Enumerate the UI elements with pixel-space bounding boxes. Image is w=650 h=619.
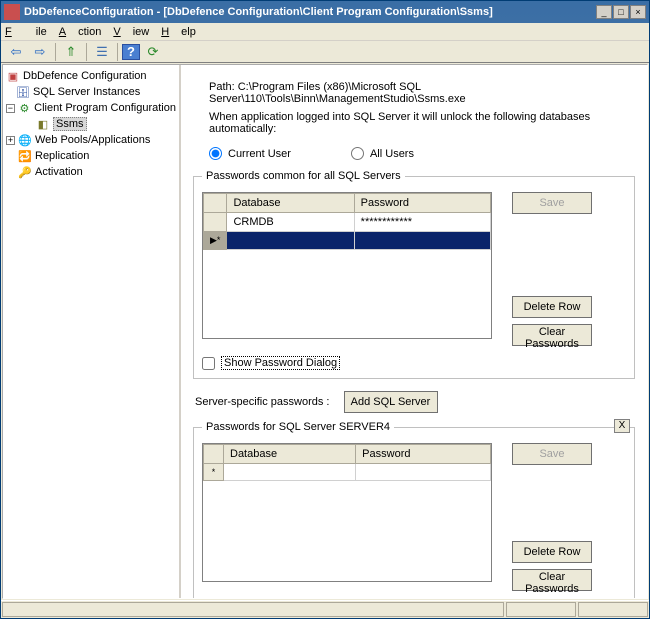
cell-database[interactable]: CRMDB xyxy=(227,213,354,232)
row-header[interactable] xyxy=(204,213,227,232)
fieldset-server-legend: Passwords for SQL Server SERVER4 xyxy=(202,421,394,433)
globe-icon: 🌐 xyxy=(18,133,32,147)
minimize-button[interactable]: _ xyxy=(596,5,612,19)
grid1-buttons: Save Delete Row Clear Passwords xyxy=(512,192,592,346)
delete-row-button[interactable]: Delete Row xyxy=(512,296,592,318)
toolbar: ⇦ ⇨ ⇑ ☰ ? ⟳ xyxy=(1,41,649,63)
server-specific-label: Server-specific passwords : xyxy=(195,396,330,408)
app-icon xyxy=(4,4,20,20)
gear-icon: ⚙ xyxy=(18,101,31,115)
radio-current-user-input[interactable] xyxy=(209,147,222,160)
unlock-description: When application logged into SQL Server … xyxy=(209,111,635,135)
menu-view[interactable]: View xyxy=(113,26,149,38)
shield-icon: ▣ xyxy=(6,69,20,83)
status-cell-3 xyxy=(578,602,648,617)
menu-file[interactable]: File xyxy=(5,26,47,38)
show-password-label[interactable]: Show Password Dialog xyxy=(221,356,340,370)
tree-sql-instances[interactable]: 🗄 SQL Server Instances xyxy=(6,84,176,100)
save-button-2[interactable]: Save xyxy=(512,443,592,465)
database-icon: 🗄 xyxy=(16,85,30,99)
app-window: DbDefenceConfiguration - [DbDefence Conf… xyxy=(0,0,650,619)
radio-all-users[interactable]: All Users xyxy=(351,147,414,160)
window-title: DbDefenceConfiguration - [DbDefence Conf… xyxy=(24,6,596,18)
fieldset-close-button[interactable]: X xyxy=(614,419,630,433)
nav-up-button[interactable]: ⇑ xyxy=(60,42,82,62)
nav-back-button[interactable]: ⇦ xyxy=(5,42,27,62)
table-row-new[interactable]: ▶* xyxy=(204,232,491,250)
row-new-indicator: ▶* xyxy=(204,232,227,250)
help-button[interactable]: ? xyxy=(122,44,140,60)
refresh-button[interactable]: ⟳ xyxy=(142,42,164,62)
tree-activation[interactable]: 🔑 Activation xyxy=(6,164,176,180)
col2-database[interactable]: Database xyxy=(224,445,356,464)
server-specific-row: Server-specific passwords : Add SQL Serv… xyxy=(195,391,635,413)
add-sql-server-button[interactable]: Add SQL Server xyxy=(344,391,438,413)
expand-icon[interactable]: + xyxy=(6,136,15,145)
fieldset-common-passwords: Passwords common for all SQL Servers Dat… xyxy=(193,170,635,379)
radio-all-users-input[interactable] xyxy=(351,147,364,160)
content-pane: Path: C:\Program Files (x86)\Microsoft S… xyxy=(181,65,647,598)
show-password-checkbox[interactable] xyxy=(202,357,215,370)
replication-icon: 🔁 xyxy=(18,149,32,163)
clear-passwords-button-2[interactable]: Clear Passwords xyxy=(512,569,592,591)
scope-radios: Current User All Users xyxy=(209,147,635,160)
window-buttons: _ □ × xyxy=(596,5,646,19)
grid2-empty-area xyxy=(203,481,491,581)
collapse-icon[interactable]: − xyxy=(6,104,15,113)
statusbar xyxy=(1,600,649,618)
cell-password[interactable]: ************ xyxy=(354,213,490,232)
titlebar: DbDefenceConfiguration - [DbDefence Conf… xyxy=(1,1,649,23)
grid-server[interactable]: Database Password * xyxy=(202,443,492,582)
status-cell-2 xyxy=(506,602,576,617)
nav-forward-button[interactable]: ⇨ xyxy=(29,42,51,62)
cell2-database[interactable] xyxy=(224,464,356,481)
radio-current-user[interactable]: Current User xyxy=(209,147,291,160)
menubar: File Action View Help xyxy=(1,23,649,41)
cell-password-new[interactable] xyxy=(354,232,490,250)
grid-empty-area xyxy=(203,250,491,338)
grid2-header-row: Database Password xyxy=(204,445,491,464)
fieldset-common-legend: Passwords common for all SQL Servers xyxy=(202,170,405,182)
body: ▣ DbDefence Configuration 🗄 SQL Server I… xyxy=(2,64,648,599)
menu-help[interactable]: Help xyxy=(161,26,196,38)
nav-tree[interactable]: ▣ DbDefence Configuration 🗄 SQL Server I… xyxy=(3,65,181,598)
col-password[interactable]: Password xyxy=(354,194,490,213)
grid-common[interactable]: Database Password CRMDB ************ ▶* xyxy=(202,192,492,339)
close-button[interactable]: × xyxy=(630,5,646,19)
show-password-row: Show Password Dialog xyxy=(202,356,626,370)
maximize-button[interactable]: □ xyxy=(613,5,629,19)
save-button[interactable]: Save xyxy=(512,192,592,214)
grid2-buttons: Save Delete Row Clear Passwords xyxy=(512,443,592,591)
table-row[interactable]: CRMDB ************ xyxy=(204,213,491,232)
cell-database-new[interactable] xyxy=(227,232,354,250)
grid-corner xyxy=(204,194,227,213)
tree-client-config[interactable]: − ⚙ Client Program Configuration xyxy=(6,100,176,116)
status-cell-main xyxy=(2,602,504,617)
fieldset-server-passwords: Passwords for SQL Server SERVER4 X Datab… xyxy=(193,421,635,598)
path-label: Path: C:\Program Files (x86)\Microsoft S… xyxy=(209,81,635,105)
tree-ssms[interactable]: ◧ Ssms xyxy=(6,116,176,132)
clear-passwords-button[interactable]: Clear Passwords xyxy=(512,324,592,346)
table-row-new-2[interactable]: * xyxy=(204,464,491,481)
tree-web-pools[interactable]: + 🌐 Web Pools/Applications xyxy=(6,132,176,148)
app-small-icon: ◧ xyxy=(36,117,50,131)
tree-root[interactable]: ▣ DbDefence Configuration xyxy=(6,68,176,84)
tree-selected-label: Ssms xyxy=(53,117,87,131)
cell2-password[interactable] xyxy=(356,464,491,481)
grid-header-row: Database Password xyxy=(204,194,491,213)
key-icon: 🔑 xyxy=(18,165,32,179)
row-new-indicator-2: * xyxy=(204,464,224,481)
menu-action[interactable]: Action xyxy=(59,26,102,38)
tree-replication[interactable]: 🔁 Replication xyxy=(6,148,176,164)
grid2-corner xyxy=(204,445,224,464)
delete-row-button-2[interactable]: Delete Row xyxy=(512,541,592,563)
col-database[interactable]: Database xyxy=(227,194,354,213)
show-tree-button[interactable]: ☰ xyxy=(91,42,113,62)
col2-password[interactable]: Password xyxy=(356,445,491,464)
